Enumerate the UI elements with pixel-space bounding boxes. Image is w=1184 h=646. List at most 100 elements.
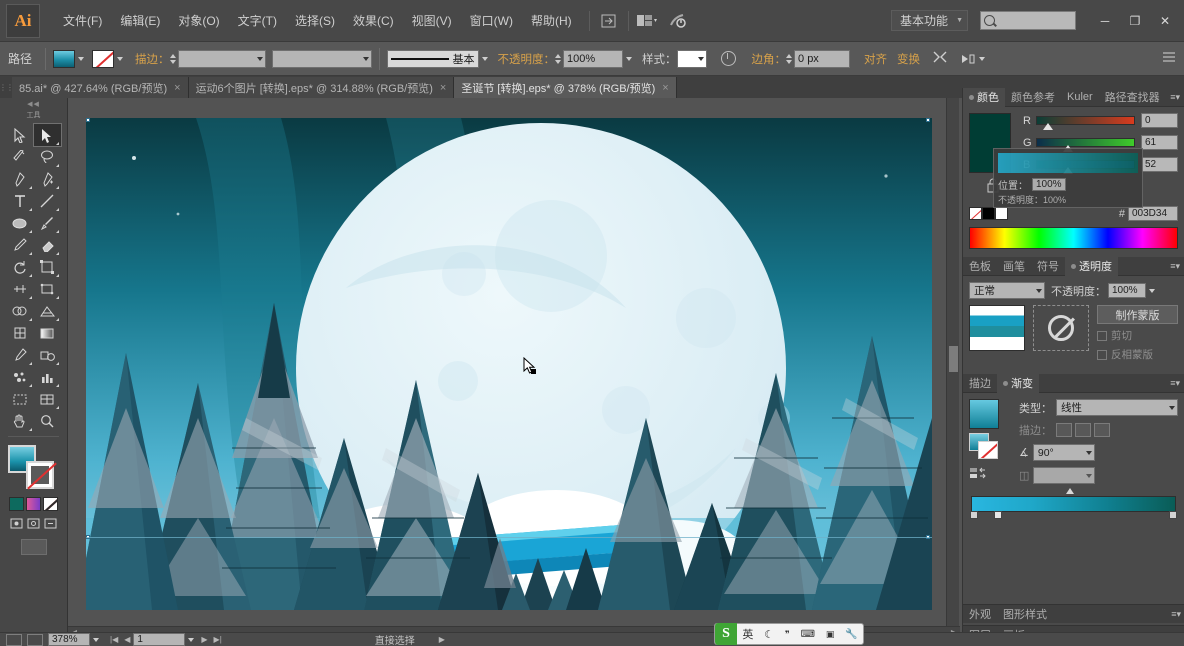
color-button[interactable] (9, 497, 24, 511)
control-panel-menu-icon[interactable] (1162, 51, 1176, 66)
stroke-weight-stepper[interactable] (169, 53, 176, 64)
slider-knob[interactable] (1043, 123, 1053, 130)
color-spectrum-bar[interactable] (969, 227, 1178, 249)
tooltip-location-value[interactable]: 100% (1032, 178, 1066, 191)
tab-appearance[interactable]: 外观 (963, 605, 997, 624)
workspace-selector[interactable]: 基本功能 ▼ (891, 10, 968, 31)
blend-tool[interactable] (34, 344, 62, 366)
eraser-tool[interactable] (34, 234, 62, 256)
clip-checkbox[interactable]: 剪切 (1097, 328, 1178, 343)
canvas-area[interactable] (68, 98, 960, 626)
toolbox-icon[interactable]: ▣ (826, 629, 835, 640)
artboard-number-input[interactable]: 1 (133, 633, 186, 646)
tab-color-guide[interactable]: 颜色参考 (1005, 88, 1061, 107)
wrench-icon[interactable]: 🔧 (845, 629, 857, 640)
menu-item-edit[interactable]: 编辑(E) (111, 8, 169, 33)
transparency-opacity-input[interactable]: 100% (1108, 283, 1146, 298)
draw-mode-icon[interactable] (960, 52, 986, 66)
none-button[interactable] (43, 497, 58, 511)
stroke-gradient-across-icon[interactable] (1094, 423, 1110, 437)
screen-mode-toggle[interactable] (20, 539, 47, 555)
column-graph-tool[interactable] (34, 366, 62, 388)
stroke-swatch-control[interactable] (92, 49, 124, 68)
next-artboard-icon[interactable]: ▶ (201, 635, 207, 644)
gradient-type-select[interactable]: 线性 (1056, 399, 1178, 416)
type-tool[interactable] (6, 190, 34, 212)
gradient-stop-start[interactable] (970, 511, 978, 519)
transform-label[interactable]: 变换 (897, 51, 920, 67)
menu-item-object[interactable]: 对象(O) (169, 8, 228, 33)
tab-brushes[interactable]: 画笔 (997, 257, 1031, 276)
corner-radius-input[interactable]: 0 px (794, 49, 851, 68)
gradient-angle-input[interactable]: 90° (1032, 444, 1095, 461)
bridge-icon[interactable] (598, 11, 620, 31)
selection-anchor-tr[interactable] (926, 118, 930, 122)
paintbrush-tool[interactable] (34, 212, 62, 234)
gradient-stop-end[interactable] (1169, 511, 1177, 519)
scale-tool[interactable] (34, 256, 62, 278)
opacity-input[interactable]: 100% (563, 49, 624, 68)
close-icon[interactable]: × (662, 82, 668, 94)
symbol-sprayer-tool[interactable] (6, 366, 34, 388)
tab-swatches[interactable]: 色板 (963, 257, 997, 276)
invert-mask-checkbox[interactable]: 反相蒙版 (1097, 347, 1178, 362)
restore-button[interactable]: ❐ (1120, 9, 1150, 33)
rotate-tool[interactable] (6, 256, 34, 278)
stroke-gradient-along-icon[interactable] (1075, 423, 1091, 437)
align-label[interactable]: 对齐 (864, 51, 887, 67)
gradient-stroke-icon[interactable] (978, 441, 998, 459)
document-tab-2[interactable]: 运动6个图片 [转换].eps* @ 314.88% (RGB/预览) × (188, 77, 455, 98)
graphic-style-combo[interactable] (676, 49, 707, 68)
artboard-tool[interactable] (6, 388, 34, 410)
lasso-tool[interactable] (34, 146, 62, 168)
gradient-aspect-input[interactable] (1033, 467, 1096, 484)
voice-icon[interactable]: ❞ (785, 629, 790, 640)
fill-stroke-proxy[interactable] (6, 443, 62, 491)
panel-menu-icon[interactable]: ≡▾ (1170, 92, 1180, 103)
slider-g[interactable] (1036, 138, 1135, 152)
black-swatch[interactable] (982, 207, 995, 220)
slider-r[interactable] (1036, 116, 1135, 130)
canvas-vertical-scrollbar[interactable] (946, 98, 959, 626)
brush-definition-combo[interactable]: 基本 (386, 49, 479, 68)
draw-inside-icon[interactable] (44, 518, 57, 531)
make-mask-button[interactable]: 制作蒙版 (1097, 305, 1178, 324)
ellipse-tool[interactable] (6, 212, 34, 234)
normal-screen-mode-icon[interactable] (10, 518, 23, 531)
zoom-tool[interactable] (34, 410, 62, 432)
sogou-logo-icon[interactable]: S (715, 623, 737, 645)
last-artboard-icon[interactable]: ▶| (214, 635, 222, 644)
menu-item-help[interactable]: 帮助(H) (522, 8, 581, 33)
gradient-preview-swatch[interactable] (969, 399, 999, 429)
tab-pathfinder[interactable]: 路径查找器 (1099, 88, 1166, 107)
none-swatch[interactable] (969, 207, 982, 220)
channel-input-b[interactable]: 52 (1141, 157, 1178, 172)
tab-color[interactable]: 颜色 (963, 87, 1005, 107)
ime-mode-label[interactable]: 英 (742, 626, 753, 642)
pen-tool[interactable] (6, 168, 34, 190)
gradient-midpoint-icon[interactable] (1066, 488, 1074, 494)
document-tab-3[interactable]: 圣诞节 [转换].eps* @ 378% (RGB/预览) × (454, 77, 677, 98)
add-anchor-point-tool[interactable] (34, 168, 62, 190)
chevron-down-icon[interactable] (626, 56, 633, 61)
object-thumbnail[interactable] (969, 305, 1025, 351)
hand-tool[interactable] (6, 410, 34, 432)
menu-item-view[interactable]: 视图(V) (403, 8, 461, 33)
white-swatch[interactable] (995, 207, 1008, 220)
chevron-down-icon[interactable] (1149, 288, 1155, 293)
toolbox-grip[interactable]: ◀◀ (0, 98, 67, 110)
menu-item-file[interactable]: 文件(F) (54, 8, 111, 33)
perspective-grid-tool[interactable] (34, 300, 62, 322)
stroke-profile-combo[interactable] (271, 49, 372, 68)
pencil-tool[interactable] (6, 234, 34, 256)
panel-menu-icon[interactable]: ≡▾ (1171, 609, 1181, 620)
draw-normal-icon[interactable] (27, 518, 40, 531)
keyboard-icon[interactable]: ⌨ (801, 629, 815, 640)
ime-toolbar[interactable]: S 英 ☾ ❞ ⌨ ▣ 🔧 (714, 623, 864, 645)
mask-thumbnail[interactable] (1033, 305, 1089, 351)
artboard[interactable] (86, 118, 932, 610)
share-icon[interactable] (27, 633, 43, 646)
tab-stroke[interactable]: 描边 (963, 374, 997, 393)
close-icon[interactable]: × (174, 82, 180, 94)
magic-wand-tool[interactable] (6, 146, 34, 168)
